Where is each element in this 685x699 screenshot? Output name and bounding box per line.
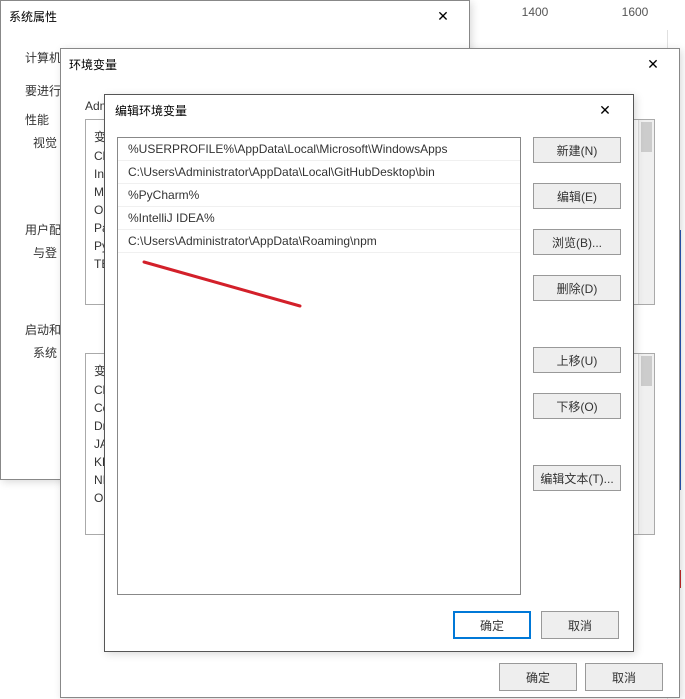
- ok-button[interactable]: 确定: [499, 663, 577, 691]
- titlebar: 编辑环境变量 ✕: [105, 95, 633, 125]
- ruler-mark: 1600: [622, 5, 649, 19]
- path-entry[interactable]: C:\Users\Administrator\AppData\Local\Git…: [118, 161, 520, 184]
- path-list[interactable]: %USERPROFILE%\AppData\Local\Microsoft\Wi…: [117, 137, 521, 595]
- ruler-mark: 1400: [522, 5, 549, 19]
- scrollbar[interactable]: [638, 120, 654, 304]
- path-entry[interactable]: %USERPROFILE%\AppData\Local\Microsoft\Wi…: [118, 138, 520, 161]
- close-icon[interactable]: ✕: [635, 52, 671, 76]
- dialog-title: 系统属性: [9, 8, 57, 25]
- path-entry[interactable]: C:\Users\Administrator\AppData\Roaming\n…: [118, 230, 520, 253]
- scrollbar[interactable]: [638, 354, 654, 534]
- edit-button[interactable]: 编辑(E): [533, 183, 621, 209]
- close-icon[interactable]: ✕: [587, 98, 623, 122]
- browse-button[interactable]: 浏览(B)...: [533, 229, 621, 255]
- move-up-button[interactable]: 上移(U): [533, 347, 621, 373]
- side-buttons: 新建(N) 编辑(E) 浏览(B)... 删除(D) 上移(U) 下移(O) 编…: [533, 137, 621, 595]
- ok-button[interactable]: 确定: [453, 611, 531, 639]
- cancel-button[interactable]: 取消: [585, 663, 663, 691]
- path-entry[interactable]: %IntelliJ IDEA%: [118, 207, 520, 230]
- dialog-title: 环境变量: [69, 56, 117, 73]
- dialog-buttons: 确定 取消: [499, 663, 663, 691]
- dialog-title: 编辑环境变量: [115, 102, 187, 119]
- dialog-buttons: 确定 取消: [117, 607, 621, 639]
- new-button[interactable]: 新建(N): [533, 137, 621, 163]
- close-icon[interactable]: ✕: [425, 4, 461, 28]
- delete-button[interactable]: 删除(D): [533, 275, 621, 301]
- titlebar: 系统属性 ✕: [1, 1, 469, 31]
- edit-env-variable-dialog: 编辑环境变量 ✕ %USERPROFILE%\AppData\Local\Mic…: [104, 94, 634, 652]
- ruler: 1400 1600: [485, 0, 685, 24]
- path-entry[interactable]: %PyCharm%: [118, 184, 520, 207]
- move-down-button[interactable]: 下移(O): [533, 393, 621, 419]
- titlebar: 环境变量 ✕: [61, 49, 679, 79]
- edit-text-button[interactable]: 编辑文本(T)...: [533, 465, 621, 491]
- cancel-button[interactable]: 取消: [541, 611, 619, 639]
